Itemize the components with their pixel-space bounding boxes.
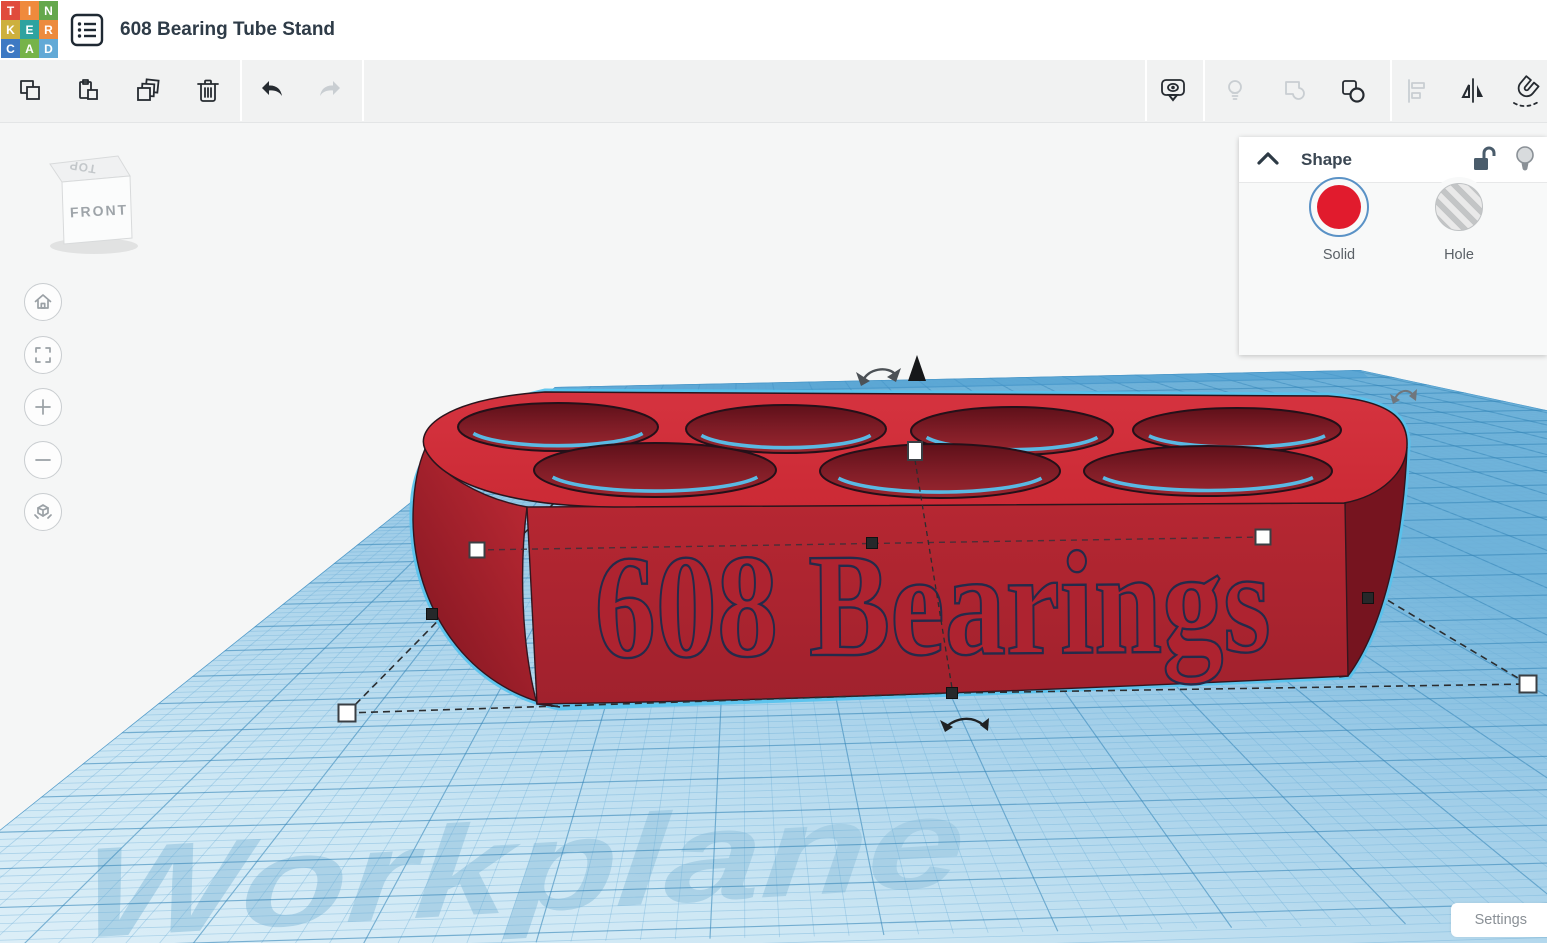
- tube-hole: [534, 443, 776, 497]
- logo-letter: K: [1, 20, 20, 39]
- logo-letter: T: [1, 1, 20, 20]
- view-cube-front-label: FRONT: [70, 201, 129, 220]
- home-view-button[interactable]: [24, 283, 62, 321]
- edge-handle[interactable]: [867, 538, 878, 549]
- shape-option-solid[interactable]: Solid: [1279, 177, 1399, 263]
- mirror-button[interactable]: [1451, 60, 1495, 121]
- scale-handle[interactable]: [1256, 530, 1271, 545]
- edge-handle[interactable]: [947, 688, 958, 699]
- collapse-panel-icon[interactable]: [1255, 148, 1281, 170]
- edge-handle[interactable]: [1363, 593, 1374, 604]
- magnet-button[interactable]: [1506, 60, 1547, 121]
- hole-label: Hole: [1399, 247, 1519, 263]
- undo-button[interactable]: [250, 60, 294, 121]
- hole-pattern-dot: [1435, 183, 1483, 231]
- zoom-out-button[interactable]: [24, 441, 62, 479]
- copy-button[interactable]: [8, 60, 52, 121]
- unlocked-icon[interactable]: [1471, 145, 1497, 175]
- solid-label: Solid: [1279, 247, 1399, 263]
- tube-hole: [1133, 408, 1341, 452]
- scale-handle[interactable]: [1520, 676, 1537, 693]
- zoom-in-button[interactable]: [24, 388, 62, 426]
- solid-color-dot: [1317, 185, 1361, 229]
- logo-letter: R: [39, 20, 58, 39]
- document-title[interactable]: 608 Bearing Tube Stand: [120, 0, 335, 60]
- logo-letter: E: [20, 20, 39, 39]
- delete-button[interactable]: [186, 60, 230, 121]
- group-button[interactable]: [1273, 60, 1317, 121]
- tinkercad-logo[interactable]: TINKERCAD: [1, 1, 58, 58]
- scale-handle-top[interactable]: [908, 442, 922, 460]
- shape-inspector-panel: Shape Solid Hole: [1239, 137, 1547, 355]
- scale-handle[interactable]: [339, 705, 356, 722]
- raise-handle-cone[interactable]: [908, 355, 926, 381]
- logo-letter: D: [39, 39, 58, 58]
- tube-hole: [1084, 446, 1332, 496]
- fit-view-button[interactable]: [24, 336, 62, 374]
- redo-button[interactable]: [308, 60, 352, 121]
- show-all-button[interactable]: [1151, 60, 1195, 121]
- perspective-toggle-button[interactable]: [24, 493, 62, 531]
- logo-letter: N: [39, 1, 58, 20]
- title-bar: TINKERCAD 608 Bearing Tube Stand: [0, 0, 1547, 61]
- engraved-text: 608 Bearings: [594, 520, 1271, 690]
- light-button[interactable]: [1213, 60, 1257, 121]
- align-button[interactable]: [1395, 60, 1439, 121]
- toolbar: [0, 60, 1547, 123]
- logo-letter: A: [20, 39, 39, 58]
- shape-option-hole[interactable]: Hole: [1399, 177, 1519, 263]
- tube-hole: [820, 444, 1060, 498]
- edge-handle[interactable]: [427, 609, 438, 620]
- logo-letter: C: [1, 39, 20, 58]
- model-608-bearing-stand[interactable]: 608 Bearings: [413, 392, 1407, 707]
- hide-shape-bulb-icon[interactable]: [1513, 144, 1537, 176]
- design-menu-icon[interactable]: [69, 12, 105, 48]
- settings-button[interactable]: Settings: [1451, 903, 1547, 937]
- duplicate-button[interactable]: [126, 60, 170, 121]
- logo-letter: I: [20, 1, 39, 20]
- tinkercad-app: { "header": { "title": "608 Bearing Tube…: [0, 0, 1547, 943]
- scale-handle[interactable]: [470, 543, 485, 558]
- view-cube[interactable]: TOP FRONT: [28, 144, 158, 262]
- paste-button[interactable]: [66, 60, 110, 121]
- ungroup-button[interactable]: [1331, 60, 1375, 121]
